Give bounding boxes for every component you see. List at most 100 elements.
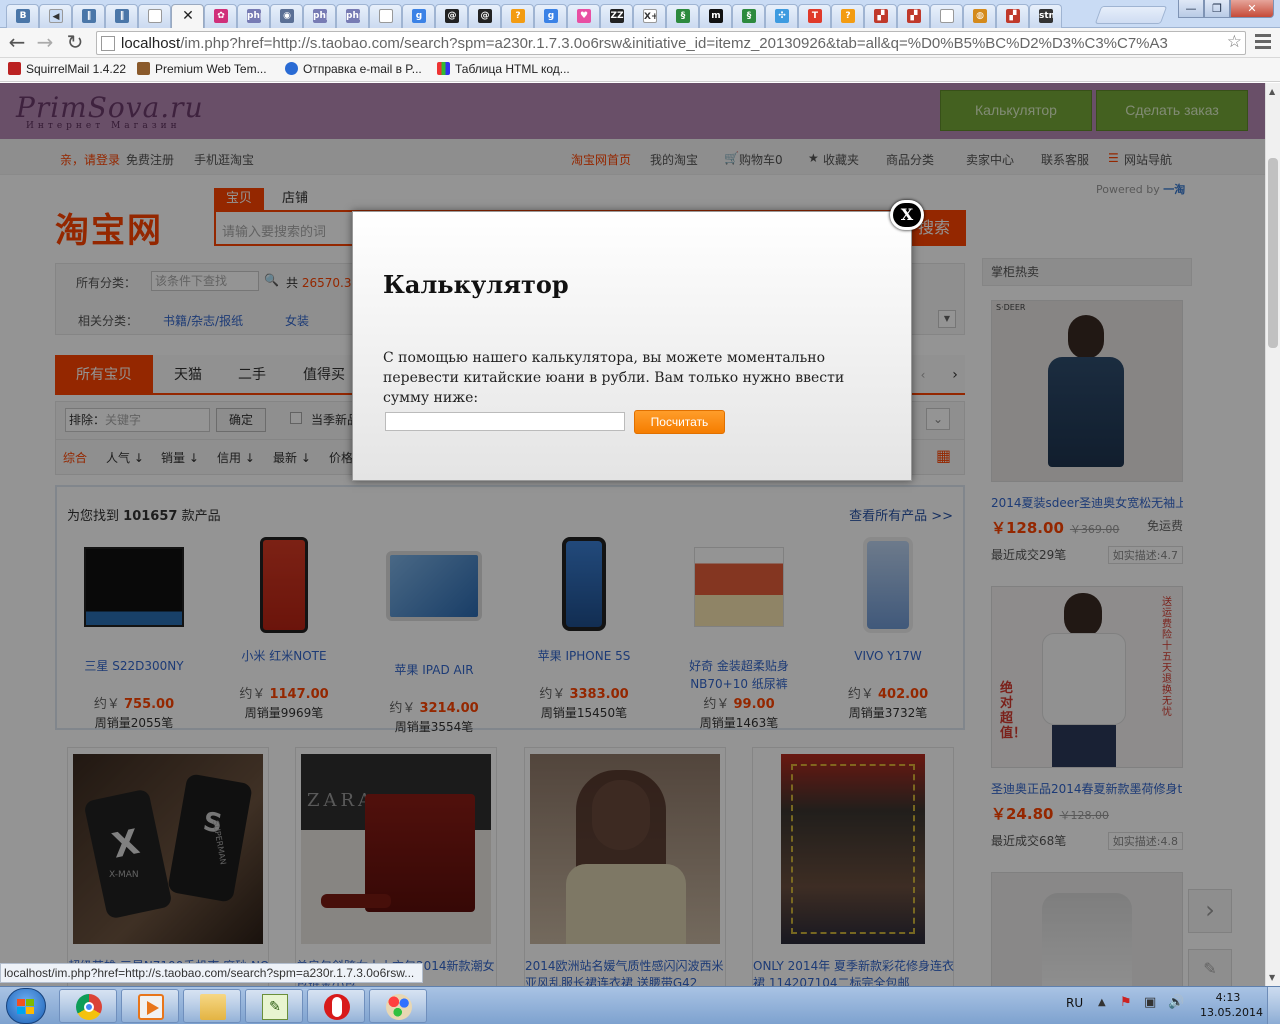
- taskbar-chrome[interactable]: [59, 989, 117, 1023]
- language-indicator[interactable]: RU: [1066, 996, 1083, 1010]
- forward-icon[interactable]: →: [34, 32, 56, 54]
- bookmark-premium-web[interactable]: Premium Web Tem...: [137, 62, 267, 76]
- pause-icon: ‖: [82, 9, 96, 23]
- scroll-down-icon[interactable]: ▼: [1269, 973, 1275, 982]
- minimize-button[interactable]: —: [1178, 0, 1204, 18]
- status-url-bubble: localhost/im.php?href=http://s.taobao.co…: [0, 963, 423, 983]
- scroll-up-icon[interactable]: ▲: [1269, 87, 1275, 96]
- taskbar-explorer[interactable]: [183, 989, 241, 1023]
- leaf-icon: [137, 62, 150, 75]
- browser-tab[interactable]: ✿: [204, 4, 237, 28]
- browser-tab[interactable]: ◀: [39, 4, 72, 28]
- bookmark-squirrelmail[interactable]: SquirrelMail 1.4.22: [8, 62, 126, 76]
- browser-tab[interactable]: ▞: [897, 4, 930, 28]
- browser-tab[interactable]: ▞: [864, 4, 897, 28]
- browser-tab[interactable]: [369, 4, 402, 28]
- url-path: /im.php?href=http://s.taobao.com/search?…: [180, 35, 1168, 52]
- page-icon: [940, 9, 954, 23]
- calculate-button[interactable]: Посчитать: [634, 410, 725, 434]
- speaker-icon: ◀: [49, 9, 63, 23]
- browser-tab[interactable]: ✣: [765, 4, 798, 28]
- opera-icon: [324, 994, 350, 1020]
- amount-input[interactable]: [385, 412, 625, 431]
- scroll-thumb[interactable]: [1268, 158, 1278, 348]
- google-icon: g: [544, 9, 558, 23]
- blocks-icon: ▞: [907, 9, 921, 23]
- close-window-button[interactable]: ✕: [1230, 0, 1274, 18]
- reload-icon[interactable]: ↻: [64, 32, 86, 54]
- puzzle-icon: ✣: [775, 9, 789, 23]
- maximize-button[interactable]: ❐: [1204, 0, 1230, 18]
- browser-tab[interactable]: ZZ: [600, 4, 633, 28]
- browser-tab[interactable]: X+: [633, 4, 666, 28]
- volume-icon[interactable]: 🔊: [1168, 995, 1184, 1010]
- page-icon: [379, 9, 393, 23]
- tray-expand-icon[interactable]: ▲: [1098, 997, 1106, 1008]
- url-text[interactable]: localhost/im.php?href=http://s.taobao.co…: [121, 35, 1221, 52]
- blocks-icon: ▞: [1006, 9, 1020, 23]
- browser-tab[interactable]: ‖: [105, 4, 138, 28]
- new-tab-button[interactable]: [1094, 6, 1168, 24]
- tab-strip: B◀‖‖✕✿php◉phpphpg@@?g♥ZZX+§m§✣T?▞▞◍▞stm …: [0, 0, 1280, 28]
- screen: B◀‖‖✕✿php◉phpphpg@@?g♥ZZX+§m§✣T?▞▞◍▞stm …: [0, 0, 1280, 1024]
- browser-tab[interactable]: stm: [1029, 4, 1062, 28]
- browser-tab[interactable]: g: [402, 4, 435, 28]
- browser-tab[interactable]: php: [336, 4, 369, 28]
- bookmark-html-table[interactable]: Таблица HTML код...: [437, 62, 570, 76]
- browser-tab[interactable]: ?: [831, 4, 864, 28]
- browser-tab[interactable]: [138, 4, 171, 28]
- start-button[interactable]: [6, 988, 46, 1024]
- browser-tab[interactable]: php: [303, 4, 336, 28]
- bookmark-label: Таблица HTML код...: [455, 62, 570, 76]
- browser-tab[interactable]: ▞: [996, 4, 1029, 28]
- at-icon: @: [445, 9, 459, 23]
- eye-icon: ◉: [280, 9, 294, 23]
- browser-tab[interactable]: ◍: [963, 4, 996, 28]
- browser-tab[interactable]: B: [6, 4, 39, 28]
- coin-icon: ◍: [973, 9, 987, 23]
- at-icon: @: [478, 9, 492, 23]
- action-center-icon[interactable]: ⚑: [1120, 995, 1132, 1010]
- browser-tab[interactable]: g: [534, 4, 567, 28]
- browser-tab[interactable]: @: [468, 4, 501, 28]
- taskbar-media-player[interactable]: [121, 989, 179, 1023]
- browser-tab[interactable]: T: [798, 4, 831, 28]
- browser-tab[interactable]: php: [237, 4, 270, 28]
- clock-date: 13.05.2014: [1200, 1006, 1263, 1019]
- show-desktop-button[interactable]: [1267, 987, 1280, 1024]
- address-bar[interactable]: localhost/im.php?href=http://s.taobao.co…: [96, 31, 1246, 55]
- bookmark-star-icon[interactable]: ☆: [1227, 32, 1242, 52]
- browser-tab[interactable]: ◉: [270, 4, 303, 28]
- back-icon[interactable]: ←: [6, 32, 28, 54]
- tab-list: B ◀ ‖ ‖ ✕ ✿ php ◉ php php g @ @? g ♥ ZZ X+ § m § ✣ T? ▞ ▞ ◍ ▞ stm: [6, 4, 1062, 28]
- browser-tab[interactable]: m: [699, 4, 732, 28]
- calculator-modal: X Калькулятор С помощью нашего калькулят…: [352, 200, 924, 481]
- browser-tab[interactable]: §: [732, 4, 765, 28]
- browser-tab[interactable]: ?: [501, 4, 534, 28]
- modal-close-button[interactable]: X: [890, 200, 924, 230]
- network-icon[interactable]: ▣: [1144, 995, 1156, 1010]
- taskbar-opera[interactable]: [307, 989, 365, 1023]
- taskbar-paint[interactable]: [369, 989, 427, 1023]
- php-icon: php: [313, 9, 327, 23]
- squirrel-icon: [8, 62, 21, 75]
- url-host: localhost: [121, 35, 181, 52]
- notepad-icon: ✎: [262, 994, 288, 1020]
- chrome-menu-icon[interactable]: [1255, 34, 1271, 50]
- bookmark-label: SquirrelMail 1.4.22: [26, 62, 127, 76]
- scrollbar[interactable]: ▲ ▼: [1265, 83, 1280, 986]
- pause-icon: ‖: [115, 9, 129, 23]
- bookmark-email[interactable]: Отправка e-mail в P...: [285, 62, 422, 76]
- browser-tab[interactable]: [930, 4, 963, 28]
- clock[interactable]: 4:13 13.05.2014: [1200, 990, 1263, 1020]
- browser-tab[interactable]: §: [666, 4, 699, 28]
- browser-toolbar: ← → ↻ localhost/im.php?href=http://s.tao…: [0, 28, 1280, 58]
- browser-tab[interactable]: ♥: [567, 4, 600, 28]
- taskbar-notepad[interactable]: ✎: [245, 989, 303, 1023]
- browser-tab[interactable]: @: [435, 4, 468, 28]
- browser-tab-active[interactable]: ✕: [171, 4, 204, 28]
- page-icon: [148, 9, 162, 23]
- question-icon: ?: [511, 9, 525, 23]
- browser-tab[interactable]: ‖: [72, 4, 105, 28]
- close-icon[interactable]: ✕: [181, 9, 195, 23]
